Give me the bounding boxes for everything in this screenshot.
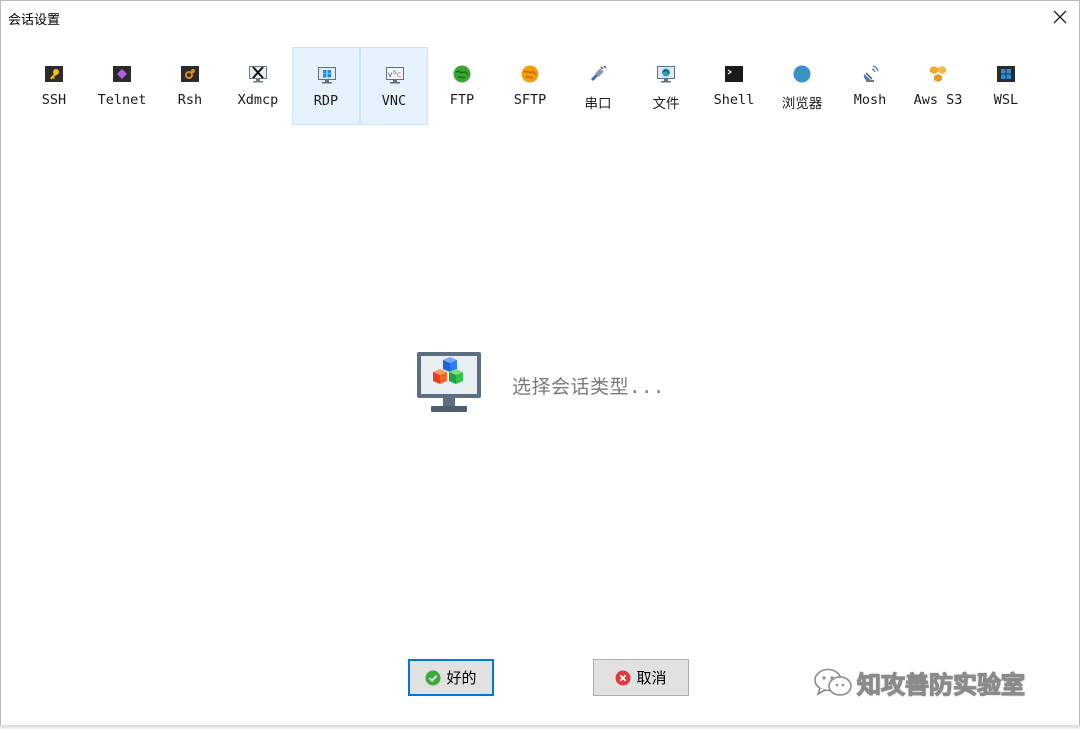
placeholder-text: 选择会话类型... <box>512 376 665 398</box>
session-type-rsh[interactable]: Rsh <box>156 47 224 125</box>
session-type-label: WSL <box>993 92 1019 108</box>
close-icon <box>1053 10 1067 24</box>
session-settings-dialog: 会话设置 SSH Telnet Rsh Xdmcp RDP V N C VNC … <box>0 0 1080 727</box>
session-type-label: Telnet <box>97 92 147 108</box>
svg-text:C: C <box>397 72 401 79</box>
window-title: 会话设置 <box>8 13 61 28</box>
aws-s3-icon <box>929 65 947 83</box>
shell-icon <box>725 65 743 83</box>
session-type-label: SFTP <box>513 92 547 108</box>
file-icon <box>657 65 675 83</box>
check-circle-icon <box>425 670 441 686</box>
session-type-label: 文件 <box>652 96 680 112</box>
session-type-serial[interactable]: 串口 <box>564 47 632 125</box>
session-type-label: VNC <box>381 93 407 109</box>
session-type-file[interactable]: 文件 <box>632 47 700 125</box>
session-type-browser[interactable]: 浏览器 <box>768 47 836 125</box>
serial-icon <box>589 65 607 83</box>
session-type-shell[interactable]: Shell <box>700 47 768 125</box>
session-type-label: Shell <box>713 92 755 108</box>
ssh-icon <box>45 65 63 83</box>
browser-icon <box>793 65 811 83</box>
session-type-aws-s3[interactable]: Aws S3 <box>904 47 972 125</box>
session-type-label: 串口 <box>584 96 612 112</box>
xdmcp-icon <box>249 65 267 83</box>
title-bar: 会话设置 <box>1 1 1079 33</box>
monitor-cubes-icon <box>415 350 483 420</box>
watermark: 知攻善防实验室 <box>813 665 1026 700</box>
rdp-icon <box>318 66 336 84</box>
wechat-icon <box>814 668 852 696</box>
session-type-mosh[interactable]: Mosh <box>836 47 904 125</box>
session-type-label: RDP <box>313 93 339 109</box>
sftp-icon <box>521 65 539 83</box>
close-button[interactable] <box>1047 4 1073 30</box>
session-type-ssh[interactable]: SSH <box>20 47 88 125</box>
telnet-icon <box>113 65 131 83</box>
ftp-icon <box>453 65 471 83</box>
session-type-label: Aws S3 <box>913 92 963 108</box>
session-type-label: FTP <box>449 92 475 108</box>
watermark-text: 知攻善防实验室 <box>857 671 1026 700</box>
ok-button[interactable]: 好的 <box>408 659 494 696</box>
ok-button-label: 好的 <box>446 669 477 687</box>
session-type-sftp[interactable]: SFTP <box>496 47 564 125</box>
cancel-button-label: 取消 <box>636 669 667 687</box>
cancel-button[interactable]: 取消 <box>593 659 689 696</box>
session-type-label: Mosh <box>853 92 887 108</box>
session-type-vnc[interactable]: VNC VNC <box>360 47 428 125</box>
session-type-rdp[interactable]: RDP <box>292 47 360 125</box>
session-type-label: Xdmcp <box>237 92 279 108</box>
session-type-label: SSH <box>41 92 67 108</box>
session-type-label: Rsh <box>177 92 203 108</box>
session-type-label: 浏览器 <box>781 96 823 112</box>
window-shadow <box>0 725 1080 729</box>
session-type-bar: SSH Telnet Rsh Xdmcp RDP V N C VNC FTP S… <box>20 47 1040 125</box>
wsl-icon <box>997 65 1015 83</box>
session-type-ftp[interactable]: FTP <box>428 47 496 125</box>
session-type-xdmcp[interactable]: Xdmcp <box>224 47 292 125</box>
rsh-icon <box>181 65 199 83</box>
x-circle-icon <box>615 670 631 686</box>
session-type-telnet[interactable]: Telnet <box>88 47 156 125</box>
mosh-icon <box>861 65 879 83</box>
vnc-icon: VNC <box>386 66 404 84</box>
session-type-wsl[interactable]: WSL <box>972 47 1040 125</box>
